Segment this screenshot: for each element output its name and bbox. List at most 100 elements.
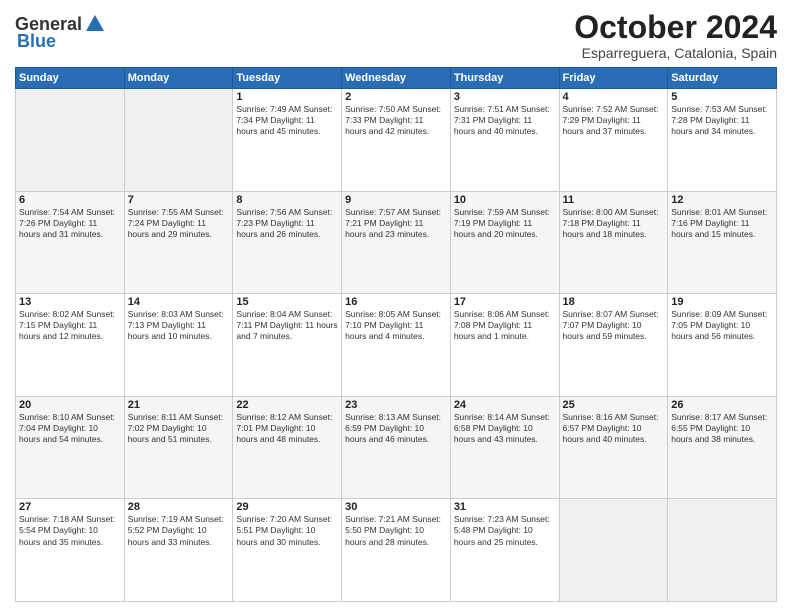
day-number: 8 bbox=[236, 194, 338, 206]
day-info: Sunrise: 7:21 AM Sunset: 5:50 PM Dayligh… bbox=[345, 514, 447, 547]
day-number: 23 bbox=[345, 399, 447, 411]
table-row: 7Sunrise: 7:55 AM Sunset: 7:24 PM Daylig… bbox=[124, 191, 233, 294]
day-info: Sunrise: 7:51 AM Sunset: 7:31 PM Dayligh… bbox=[454, 104, 556, 137]
table-row: 11Sunrise: 8:00 AM Sunset: 7:18 PM Dayli… bbox=[559, 191, 668, 294]
day-number: 28 bbox=[128, 501, 230, 513]
table-row: 10Sunrise: 7:59 AM Sunset: 7:19 PM Dayli… bbox=[450, 191, 559, 294]
table-row: 25Sunrise: 8:16 AM Sunset: 6:57 PM Dayli… bbox=[559, 396, 668, 499]
table-row: 18Sunrise: 8:07 AM Sunset: 7:07 PM Dayli… bbox=[559, 294, 668, 397]
table-row: 27Sunrise: 7:18 AM Sunset: 5:54 PM Dayli… bbox=[16, 499, 125, 602]
header-monday: Monday bbox=[124, 68, 233, 89]
day-info: Sunrise: 8:06 AM Sunset: 7:08 PM Dayligh… bbox=[454, 309, 556, 342]
day-info: Sunrise: 8:12 AM Sunset: 7:01 PM Dayligh… bbox=[236, 412, 338, 445]
day-info: Sunrise: 8:02 AM Sunset: 7:15 PM Dayligh… bbox=[19, 309, 121, 342]
day-info: Sunrise: 7:49 AM Sunset: 7:34 PM Dayligh… bbox=[236, 104, 338, 137]
day-number: 11 bbox=[563, 194, 665, 206]
day-number: 26 bbox=[671, 399, 773, 411]
day-number: 20 bbox=[19, 399, 121, 411]
day-info: Sunrise: 8:17 AM Sunset: 6:55 PM Dayligh… bbox=[671, 412, 773, 445]
table-row: 15Sunrise: 8:04 AM Sunset: 7:11 PM Dayli… bbox=[233, 294, 342, 397]
table-row: 31Sunrise: 7:23 AM Sunset: 5:48 PM Dayli… bbox=[450, 499, 559, 602]
day-info: Sunrise: 8:09 AM Sunset: 7:05 PM Dayligh… bbox=[671, 309, 773, 342]
day-number: 1 bbox=[236, 91, 338, 103]
day-number: 29 bbox=[236, 501, 338, 513]
table-row: 17Sunrise: 8:06 AM Sunset: 7:08 PM Dayli… bbox=[450, 294, 559, 397]
calendar-body: 1Sunrise: 7:49 AM Sunset: 7:34 PM Daylig… bbox=[16, 89, 777, 602]
table-row: 22Sunrise: 8:12 AM Sunset: 7:01 PM Dayli… bbox=[233, 396, 342, 499]
table-row bbox=[559, 499, 668, 602]
day-info: Sunrise: 7:55 AM Sunset: 7:24 PM Dayligh… bbox=[128, 207, 230, 240]
header-tuesday: Tuesday bbox=[233, 68, 342, 89]
table-row: 29Sunrise: 7:20 AM Sunset: 5:51 PM Dayli… bbox=[233, 499, 342, 602]
day-info: Sunrise: 7:20 AM Sunset: 5:51 PM Dayligh… bbox=[236, 514, 338, 547]
header-sunday: Sunday bbox=[16, 68, 125, 89]
day-info: Sunrise: 8:01 AM Sunset: 7:16 PM Dayligh… bbox=[671, 207, 773, 240]
day-info: Sunrise: 7:50 AM Sunset: 7:33 PM Dayligh… bbox=[345, 104, 447, 137]
table-row bbox=[124, 89, 233, 192]
table-row: 8Sunrise: 7:56 AM Sunset: 7:23 PM Daylig… bbox=[233, 191, 342, 294]
table-row: 19Sunrise: 8:09 AM Sunset: 7:05 PM Dayli… bbox=[668, 294, 777, 397]
day-number: 12 bbox=[671, 194, 773, 206]
table-row: 13Sunrise: 8:02 AM Sunset: 7:15 PM Dayli… bbox=[16, 294, 125, 397]
table-row: 5Sunrise: 7:53 AM Sunset: 7:28 PM Daylig… bbox=[668, 89, 777, 192]
day-info: Sunrise: 7:52 AM Sunset: 7:29 PM Dayligh… bbox=[563, 104, 665, 137]
day-info: Sunrise: 8:00 AM Sunset: 7:18 PM Dayligh… bbox=[563, 207, 665, 240]
day-number: 3 bbox=[454, 91, 556, 103]
table-row: 4Sunrise: 7:52 AM Sunset: 7:29 PM Daylig… bbox=[559, 89, 668, 192]
day-number: 13 bbox=[19, 296, 121, 308]
day-info: Sunrise: 7:54 AM Sunset: 7:26 PM Dayligh… bbox=[19, 207, 121, 240]
location: Esparreguera, Catalonia, Spain bbox=[574, 45, 777, 61]
day-number: 21 bbox=[128, 399, 230, 411]
day-number: 18 bbox=[563, 296, 665, 308]
day-info: Sunrise: 7:23 AM Sunset: 5:48 PM Dayligh… bbox=[454, 514, 556, 547]
week-row-2: 6Sunrise: 7:54 AM Sunset: 7:26 PM Daylig… bbox=[16, 191, 777, 294]
day-info: Sunrise: 8:05 AM Sunset: 7:10 PM Dayligh… bbox=[345, 309, 447, 342]
day-number: 5 bbox=[671, 91, 773, 103]
table-row: 24Sunrise: 8:14 AM Sunset: 6:58 PM Dayli… bbox=[450, 396, 559, 499]
table-row: 1Sunrise: 7:49 AM Sunset: 7:34 PM Daylig… bbox=[233, 89, 342, 192]
day-info: Sunrise: 8:14 AM Sunset: 6:58 PM Dayligh… bbox=[454, 412, 556, 445]
day-info: Sunrise: 8:04 AM Sunset: 7:11 PM Dayligh… bbox=[236, 309, 338, 342]
header-thursday: Thursday bbox=[450, 68, 559, 89]
day-number: 30 bbox=[345, 501, 447, 513]
day-info: Sunrise: 7:53 AM Sunset: 7:28 PM Dayligh… bbox=[671, 104, 773, 137]
day-info: Sunrise: 7:19 AM Sunset: 5:52 PM Dayligh… bbox=[128, 514, 230, 547]
day-info: Sunrise: 8:07 AM Sunset: 7:07 PM Dayligh… bbox=[563, 309, 665, 342]
table-row: 14Sunrise: 8:03 AM Sunset: 7:13 PM Dayli… bbox=[124, 294, 233, 397]
day-number: 7 bbox=[128, 194, 230, 206]
table-row: 12Sunrise: 8:01 AM Sunset: 7:16 PM Dayli… bbox=[668, 191, 777, 294]
day-info: Sunrise: 8:16 AM Sunset: 6:57 PM Dayligh… bbox=[563, 412, 665, 445]
day-number: 10 bbox=[454, 194, 556, 206]
week-row-1: 1Sunrise: 7:49 AM Sunset: 7:34 PM Daylig… bbox=[16, 89, 777, 192]
table-row bbox=[16, 89, 125, 192]
day-number: 16 bbox=[345, 296, 447, 308]
day-info: Sunrise: 8:13 AM Sunset: 6:59 PM Dayligh… bbox=[345, 412, 447, 445]
table-row: 6Sunrise: 7:54 AM Sunset: 7:26 PM Daylig… bbox=[16, 191, 125, 294]
header: General Blue October 2024 Esparreguera, … bbox=[15, 10, 777, 61]
day-info: Sunrise: 8:10 AM Sunset: 7:04 PM Dayligh… bbox=[19, 412, 121, 445]
day-number: 9 bbox=[345, 194, 447, 206]
page: General Blue October 2024 Esparreguera, … bbox=[0, 0, 792, 612]
table-row: 2Sunrise: 7:50 AM Sunset: 7:33 PM Daylig… bbox=[342, 89, 451, 192]
month-title: October 2024 bbox=[574, 10, 777, 45]
logo-blue: Blue bbox=[17, 31, 56, 52]
day-info: Sunrise: 8:11 AM Sunset: 7:02 PM Dayligh… bbox=[128, 412, 230, 445]
day-number: 24 bbox=[454, 399, 556, 411]
day-number: 15 bbox=[236, 296, 338, 308]
table-row: 23Sunrise: 8:13 AM Sunset: 6:59 PM Dayli… bbox=[342, 396, 451, 499]
table-row: 16Sunrise: 8:05 AM Sunset: 7:10 PM Dayli… bbox=[342, 294, 451, 397]
header-wednesday: Wednesday bbox=[342, 68, 451, 89]
day-number: 2 bbox=[345, 91, 447, 103]
logo: General Blue bbox=[15, 14, 106, 52]
day-number: 4 bbox=[563, 91, 665, 103]
day-number: 25 bbox=[563, 399, 665, 411]
weekday-header-row: Sunday Monday Tuesday Wednesday Thursday… bbox=[16, 68, 777, 89]
table-row: 21Sunrise: 8:11 AM Sunset: 7:02 PM Dayli… bbox=[124, 396, 233, 499]
day-info: Sunrise: 8:03 AM Sunset: 7:13 PM Dayligh… bbox=[128, 309, 230, 342]
table-row: 20Sunrise: 8:10 AM Sunset: 7:04 PM Dayli… bbox=[16, 396, 125, 499]
day-number: 19 bbox=[671, 296, 773, 308]
week-row-4: 20Sunrise: 8:10 AM Sunset: 7:04 PM Dayli… bbox=[16, 396, 777, 499]
day-number: 14 bbox=[128, 296, 230, 308]
day-info: Sunrise: 7:59 AM Sunset: 7:19 PM Dayligh… bbox=[454, 207, 556, 240]
day-info: Sunrise: 7:57 AM Sunset: 7:21 PM Dayligh… bbox=[345, 207, 447, 240]
